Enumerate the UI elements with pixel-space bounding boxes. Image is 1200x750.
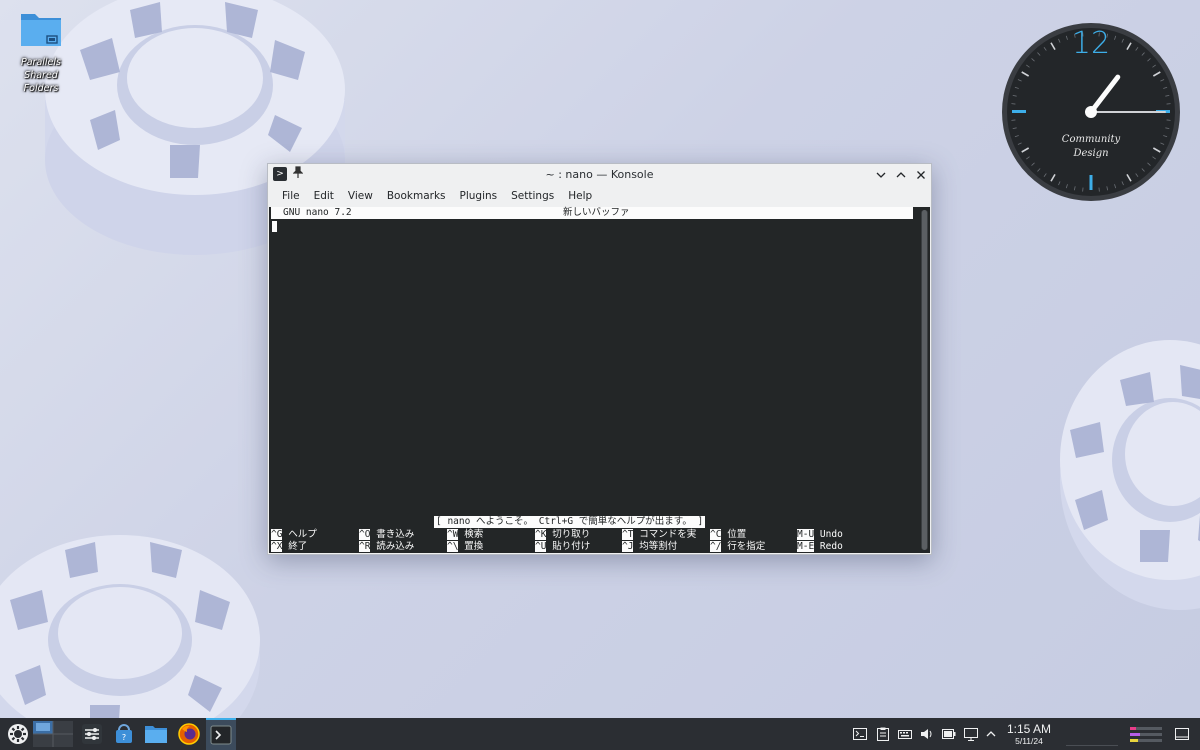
menu-file[interactable]: File <box>275 185 307 207</box>
clipboard-icon[interactable] <box>873 718 893 750</box>
clock-caption-line2: Design <box>1073 148 1109 159</box>
volume-icon[interactable] <box>917 718 937 750</box>
taskbar-spacer <box>1062 718 1122 750</box>
maximize-icon[interactable] <box>895 169 907 181</box>
menu-help[interactable]: Help <box>561 185 599 207</box>
folder-icon <box>19 8 63 52</box>
menu-edit[interactable]: Edit <box>307 185 341 207</box>
pager-icon[interactable] <box>32 718 74 750</box>
clock-hour-numeral: 12 <box>1071 26 1111 61</box>
system-monitor-widget[interactable] <box>1128 718 1164 750</box>
desktop-icon-shared-folders[interactable]: Parallels Shared Folders <box>6 8 76 95</box>
desktop-icon-label: Parallels Shared Folders <box>21 57 61 94</box>
shortcut-cut: ^K 切り取り <box>535 529 591 540</box>
network-icon[interactable] <box>961 718 981 750</box>
terminal-tray-icon[interactable] <box>850 718 870 750</box>
nano-status-message: [ nano へようこそ。 Ctrl+G で簡単なヘルプが出ます。 ] <box>434 516 706 528</box>
shortcut-go-to-line: ^/ 行を指定 <box>710 541 766 552</box>
taskbar-clock-date: 5/11/24 <box>1015 735 1043 746</box>
scrollbar-thumb[interactable] <box>922 210 927 550</box>
battery-icon[interactable] <box>939 718 959 750</box>
shortcut-undo: M-U Undo <box>797 529 843 540</box>
taskbar: ? 1:15 AM 5/11/24 <box>0 718 1200 750</box>
taskbar-clock-time: 1:15 AM <box>1006 721 1052 736</box>
clock-caption-line1: Community <box>1061 134 1121 145</box>
nano-shortcut-bar: ^G ヘルプ ^O 書き込み ^W 検索 ^K 切り取り ^T コマンドを実 ^… <box>271 529 916 553</box>
konsole-window[interactable]: > ~ : nano — Konsole File Edit View Book… <box>267 163 932 555</box>
nano-version: GNU nano 7.2 <box>283 207 352 218</box>
nano-header-bar: GNU nano 7.2 新しいバッファ <box>271 207 913 219</box>
firefox-icon[interactable] <box>174 718 204 750</box>
expand-tray-icon[interactable] <box>983 718 999 750</box>
shortcut-row-2: ^X 終了 ^R 読み込み ^\ 置換 ^U 貼り付け ^J 均等割付 ^/ 行… <box>271 541 916 553</box>
discover-store-icon[interactable]: ? <box>110 718 138 750</box>
dolphin-files-icon[interactable] <box>142 718 170 750</box>
shortcut-help: ^G ヘルプ <box>271 529 317 540</box>
shortcut-redo: M-E Redo <box>797 541 843 552</box>
menu-settings[interactable]: Settings <box>504 185 561 207</box>
show-desktop-icon[interactable] <box>1170 718 1194 750</box>
shortcut-exit: ^X 終了 <box>271 541 308 552</box>
window-title: ~ : nano — Konsole <box>545 168 654 181</box>
menu-bar: File Edit View Bookmarks Plugins Setting… <box>268 185 931 207</box>
shortcut-justify: ^J 均等割付 <box>622 541 678 552</box>
shortcut-execute: ^T コマンドを実 <box>622 529 697 540</box>
shortcut-read-file: ^R 読み込み <box>359 541 415 552</box>
konsole-icon[interactable] <box>206 718 236 750</box>
app-launcher-icon[interactable] <box>4 718 32 750</box>
nano-buffer-name: 新しいバッファ <box>563 207 630 218</box>
shortcut-location: ^C 位置 <box>710 529 747 540</box>
shortcut-write-out: ^O 書き込み <box>359 529 415 540</box>
wallpaper-gear-bottom-left <box>0 490 280 750</box>
shortcut-row-1: ^G ヘルプ ^O 書き込み ^W 検索 ^K 切り取り ^T コマンドを実 ^… <box>271 529 916 541</box>
close-icon[interactable] <box>915 169 927 181</box>
taskbar-clock[interactable]: 1:15 AM 5/11/24 <box>1002 718 1056 750</box>
window-titlebar[interactable]: > ~ : nano — Konsole <box>268 164 931 185</box>
system-settings-icon[interactable] <box>78 718 106 750</box>
text-cursor <box>272 221 277 232</box>
menu-view[interactable]: View <box>341 185 380 207</box>
terminal-area[interactable]: GNU nano 7.2 新しいバッファ [ nano へようこそ。 Ctrl+… <box>269 207 930 553</box>
menu-plugins[interactable]: Plugins <box>453 185 505 207</box>
shortcut-replace: ^\ 置換 <box>447 541 484 552</box>
svg-text:?: ? <box>122 733 126 742</box>
minimize-icon[interactable] <box>875 169 887 181</box>
analog-clock-widget[interactable]: 12 Community Design <box>1001 22 1181 202</box>
menu-bookmarks[interactable]: Bookmarks <box>380 185 453 207</box>
wallpaper-gear-right <box>1030 330 1200 630</box>
terminal-scrollbar[interactable] <box>921 210 928 550</box>
keyboard-icon[interactable] <box>895 718 915 750</box>
shortcut-paste: ^U 貼り付け <box>535 541 591 552</box>
shortcut-where-is: ^W 検索 <box>447 529 484 540</box>
